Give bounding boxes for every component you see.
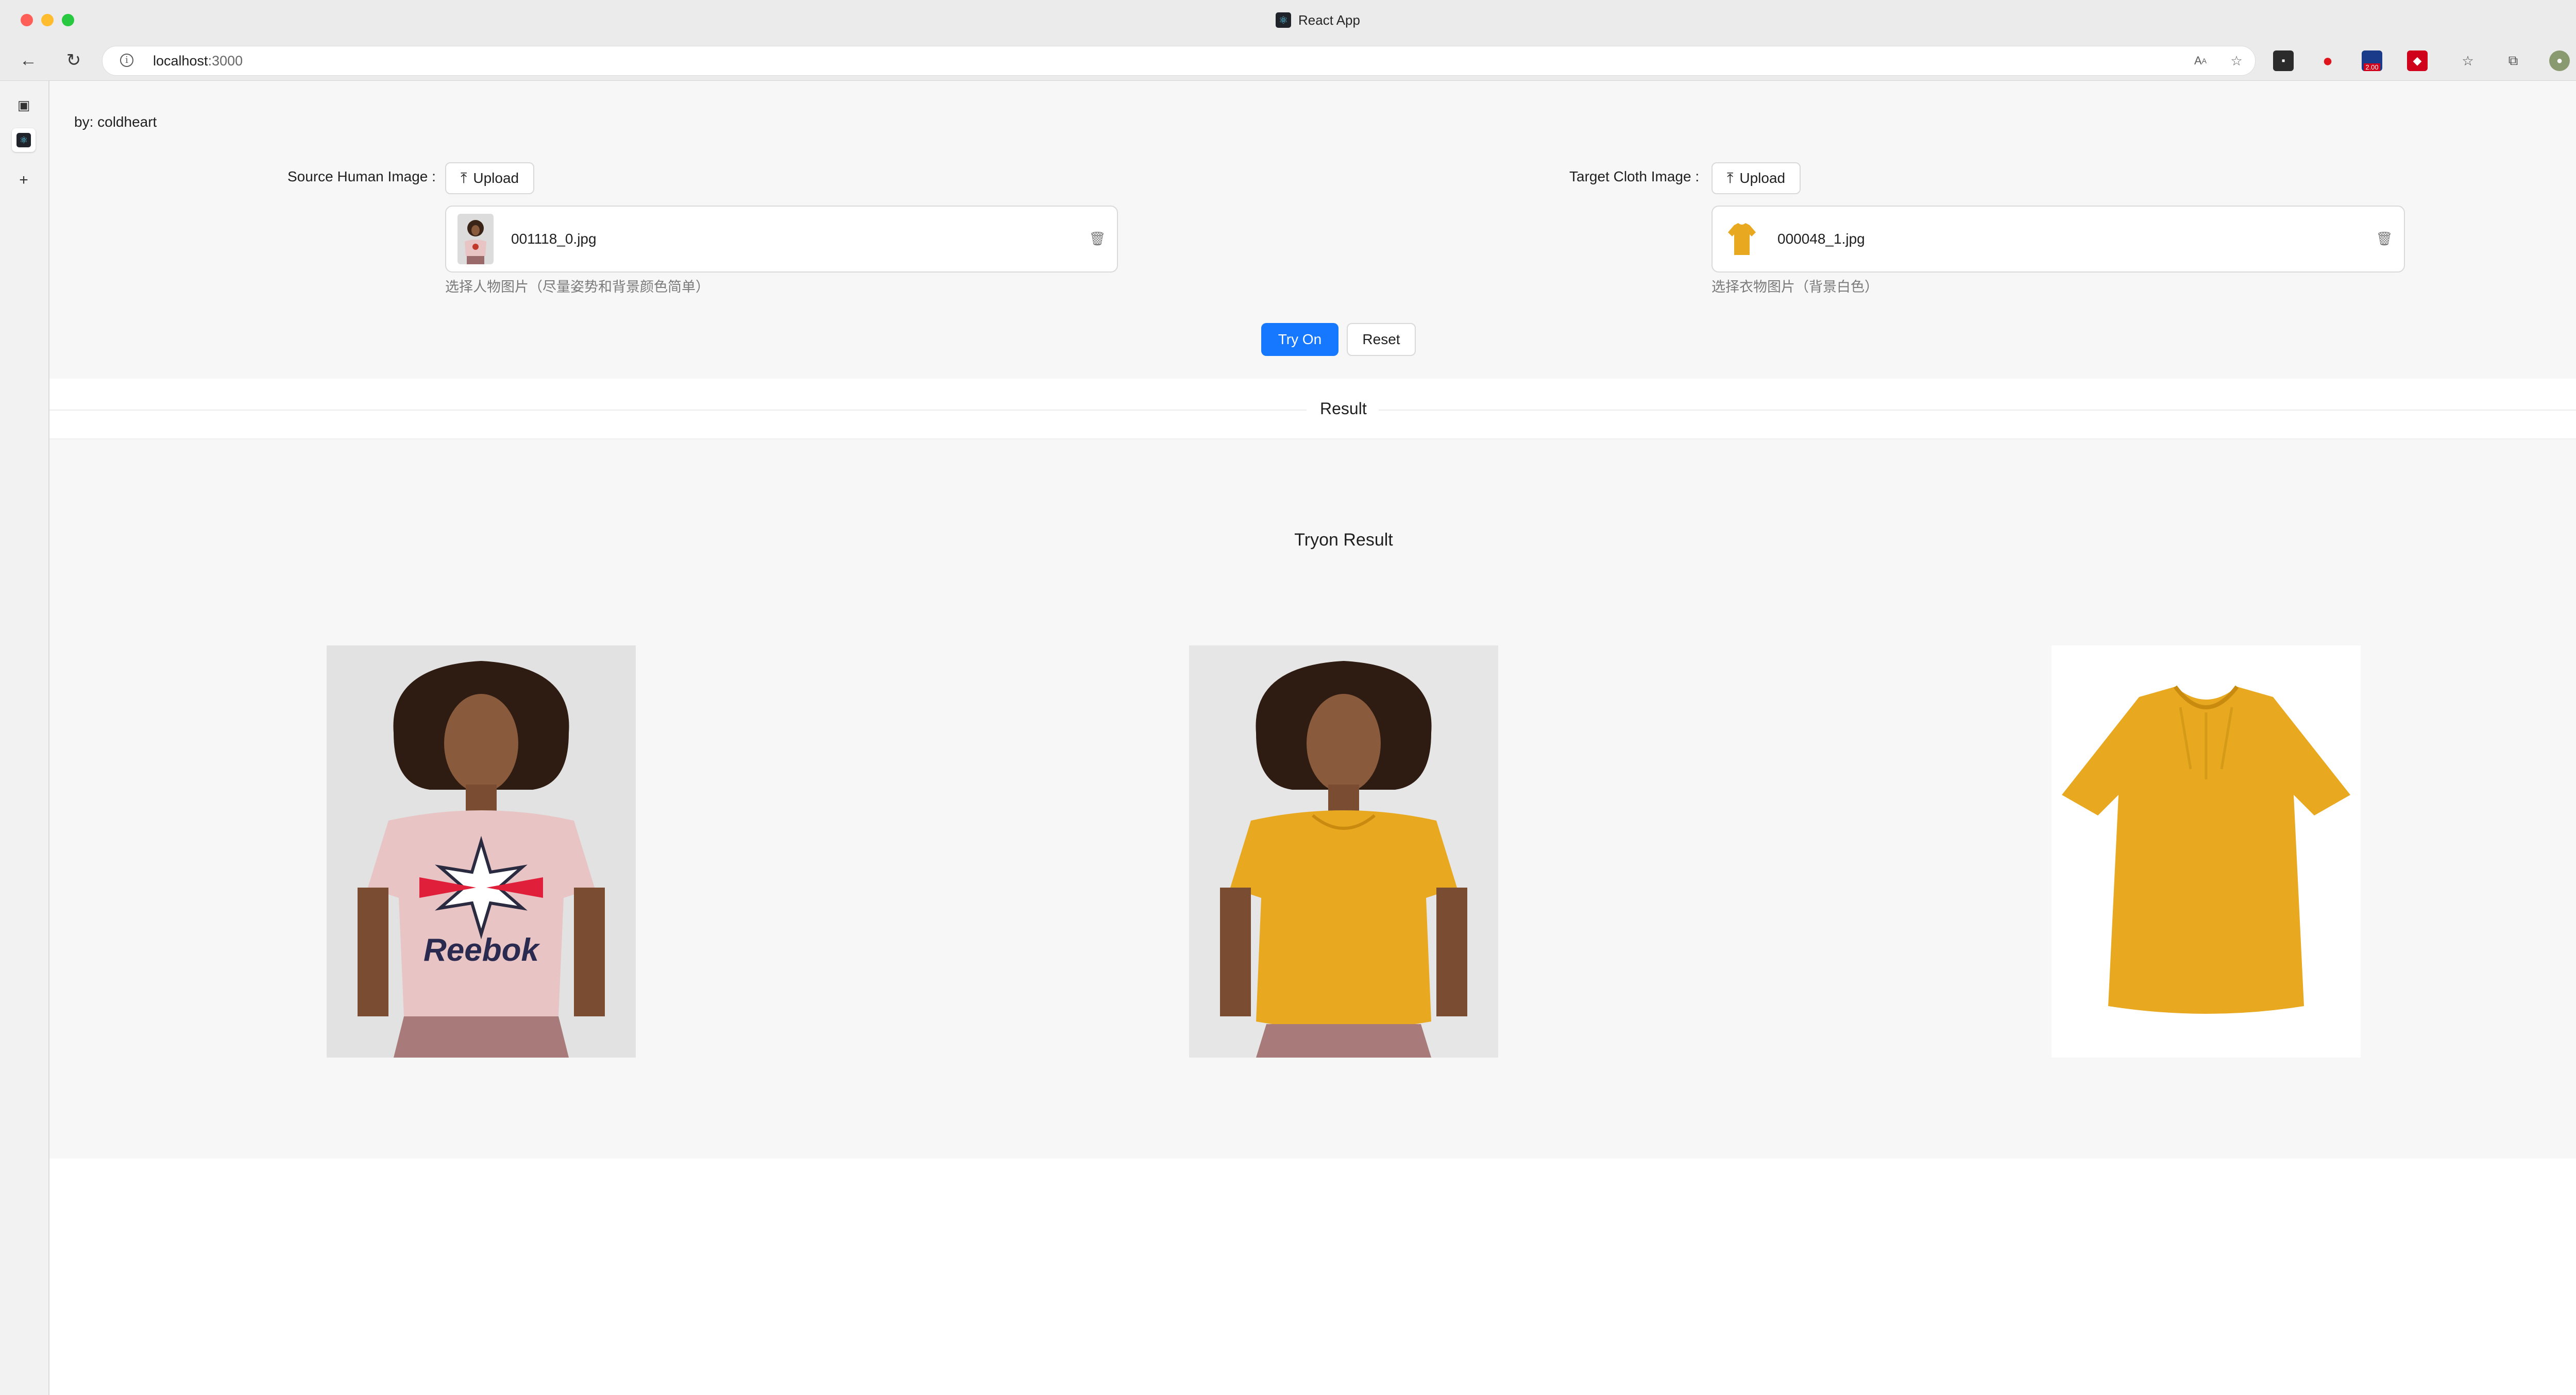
url-text[interactable]: localhost:3000 xyxy=(153,53,243,69)
result-card: Tryon Result Reebok xyxy=(49,438,2576,1159)
target-file-item[interactable]: 000048_1.jpg 🗑 xyxy=(1711,206,2405,273)
target-file-name[interactable]: 000048_1.jpg xyxy=(1777,231,1865,247)
target-hint: 选择衣物图片（背景白色） xyxy=(1711,279,1878,295)
source-hint: 选择人物图片（尽量姿势和背景颜色简单） xyxy=(445,279,709,295)
minimize-window-button[interactable] xyxy=(41,14,54,26)
tab-title: React App xyxy=(1298,12,1360,28)
target-upload-button[interactable]: ⤒ Upload xyxy=(1711,162,1801,194)
opera-icon[interactable]: ● xyxy=(2317,50,2338,71)
pdf-badge-icon[interactable]: 2.00 xyxy=(2362,50,2382,71)
info-icon[interactable]: i xyxy=(120,54,133,67)
target-cloth-photo xyxy=(2052,645,2361,1058)
favorites-icon[interactable]: ☆ xyxy=(2458,50,2478,71)
delete-icon[interactable]: 🗑 xyxy=(2375,229,2394,248)
page-content: by: coldheart Source Human Image : ⤒ Upl… xyxy=(49,81,2576,1395)
source-thumbnail xyxy=(457,214,494,264)
zoom-window-button[interactable] xyxy=(62,14,74,26)
upload-icon: ⤒ xyxy=(1727,169,1734,186)
upload-icon: ⤒ xyxy=(461,169,467,186)
divider-line-right xyxy=(1379,410,2576,411)
author-line: by: coldheart xyxy=(74,114,157,130)
target-image-label: Target Cloth Image : xyxy=(1569,168,1700,184)
source-file-name[interactable]: 001118_0.jpg xyxy=(511,231,597,247)
address-bar[interactable]: i localhost:3000 AA ☆ xyxy=(102,46,2256,76)
upload-form-area: by: coldheart Source Human Image : ⤒ Upl… xyxy=(49,81,2576,379)
favorite-add-icon[interactable]: ☆ xyxy=(2227,52,2246,70)
reebok-logo-text: Reebok xyxy=(423,932,540,968)
source-image-label: Source Human Image : xyxy=(287,168,436,184)
collections-icon[interactable]: ⧉ xyxy=(2503,50,2523,71)
target-thumbnail xyxy=(1724,214,1760,264)
close-window-button[interactable] xyxy=(21,14,33,26)
new-tab-icon[interactable]: + xyxy=(12,168,36,192)
react-favicon-icon: ⚛ xyxy=(1276,12,1291,28)
extension-red-icon[interactable]: ◆ xyxy=(2407,50,2428,71)
source-human-photo: Reebok xyxy=(327,645,636,1058)
reset-button[interactable]: Reset xyxy=(1347,323,1416,356)
result-divider-label: Result xyxy=(1320,399,1367,418)
delete-icon[interactable]: 🗑 xyxy=(1088,229,1107,248)
read-aloud-icon[interactable]: AA xyxy=(2191,52,2210,70)
source-file-item[interactable]: 001118_0.jpg 🗑 xyxy=(445,206,1118,273)
result-title: Tryon Result xyxy=(1294,530,1393,550)
divider-line-left xyxy=(49,410,1307,411)
source-upload-button[interactable]: ⤒ Upload xyxy=(445,162,535,194)
extension-icon[interactable]: ▪ xyxy=(2273,50,2294,71)
tryon-output-photo xyxy=(1189,645,1498,1058)
profile-avatar-icon[interactable]: ● xyxy=(2549,50,2570,71)
window-titlebar: ⚛ React App xyxy=(0,0,2576,40)
tab-actions-icon[interactable]: ▣ xyxy=(12,93,36,117)
try-on-button[interactable]: Try On xyxy=(1261,323,1338,356)
browser-toolbar: ← ↻ i localhost:3000 AA ☆ ▪ ● 2.00 ◆ ☆ ⧉… xyxy=(0,40,2576,81)
reload-icon[interactable]: ↻ xyxy=(62,48,86,72)
vertical-tabs-sidebar: ▣ ⚛ + xyxy=(0,81,49,1395)
react-tab-icon[interactable]: ⚛ xyxy=(12,128,36,152)
browser-tab[interactable]: ⚛ React App xyxy=(1276,10,1360,30)
back-icon[interactable]: ← xyxy=(16,48,40,72)
